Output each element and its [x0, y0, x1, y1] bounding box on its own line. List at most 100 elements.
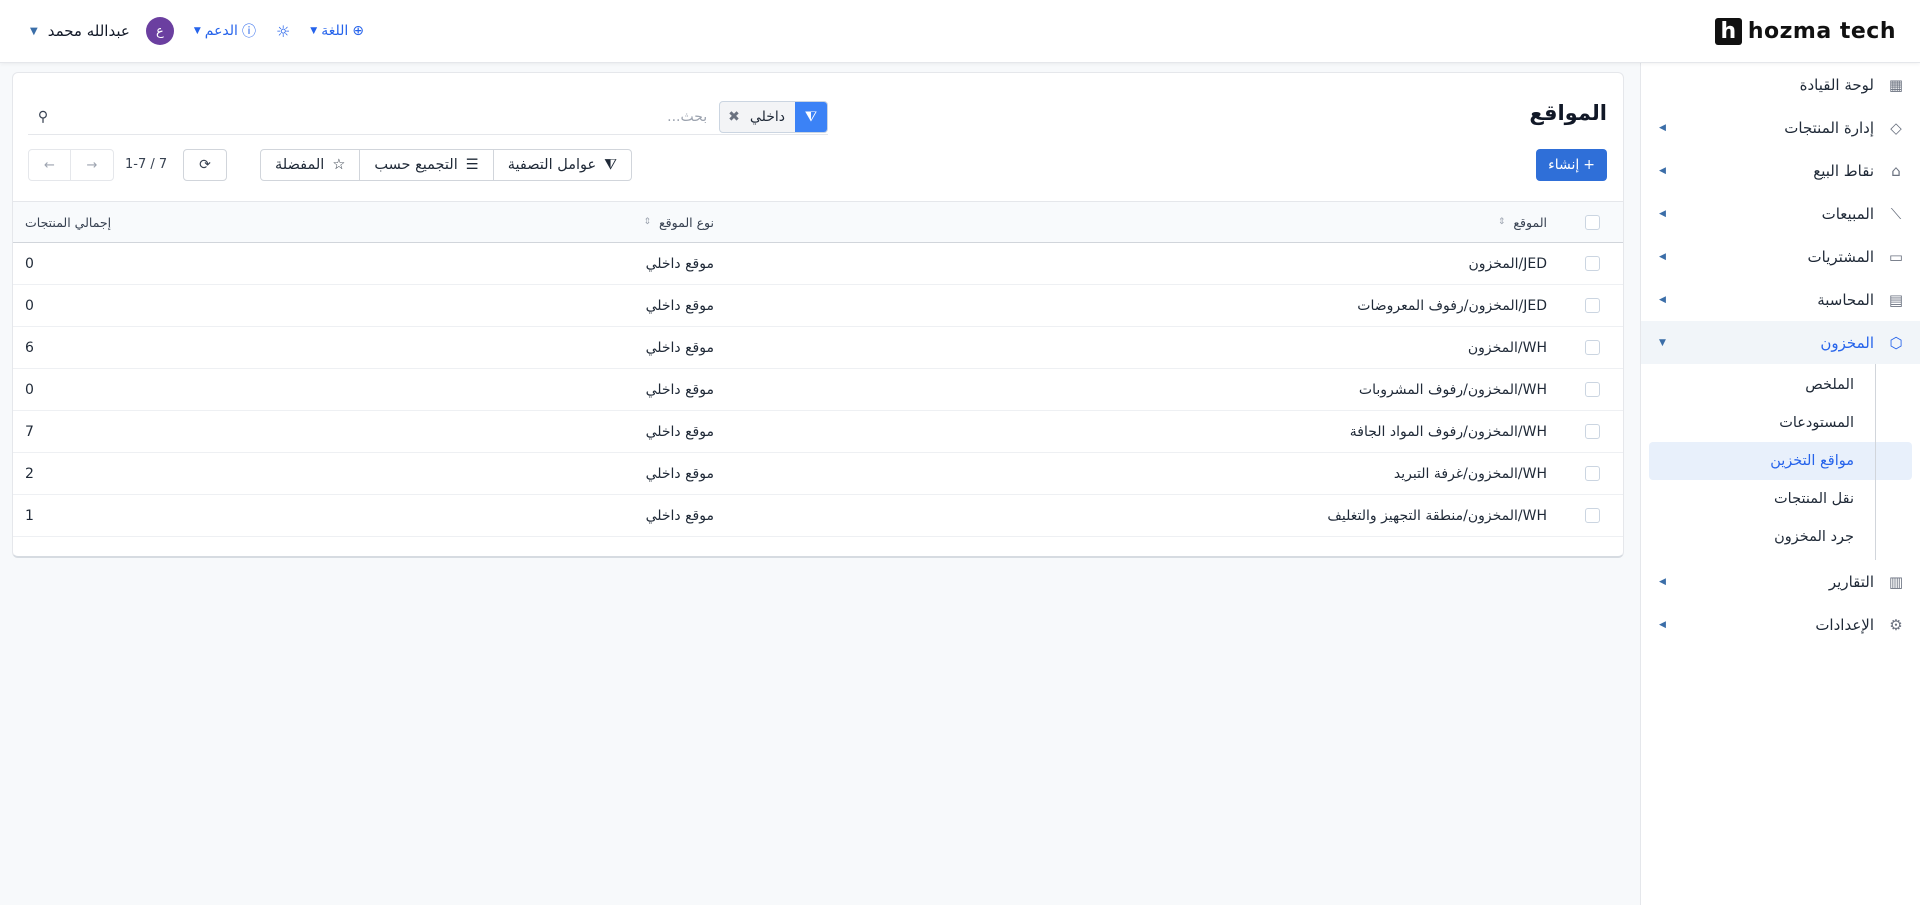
sidebar-item-purchases[interactable]: ▭ المشتريات ◀ [1641, 235, 1920, 278]
cell-location: WH/المخزون/رفوف المواد الجافة [1349, 423, 1547, 440]
chevron-down-icon: ▼ [310, 26, 318, 36]
table-row[interactable]: JED/المخزون/رفوف المعروضات موقع داخلي 0 [13, 285, 1623, 327]
cell-total: 0 [25, 297, 34, 314]
cell-location: WH/المخزون/منطقة التجهيز والتغليف [1327, 507, 1547, 524]
sidebar-item-label: نقاط البيع [1813, 161, 1874, 180]
table-row[interactable]: WH/المخزون/رفوف المشروبات موقع داخلي 0 [13, 369, 1623, 411]
topbar-actions: ▼ عبدالله محمد ع ▼ الدعم ⓘ ☼ ▼ اللغة ⊕ [30, 17, 364, 45]
table-row[interactable]: WH/المخزون/رفوف المواد الجافة موقع داخلي… [13, 411, 1623, 453]
col-total-header[interactable]: إجمالي المنتجات [13, 215, 120, 230]
cell-type: موقع داخلي [645, 339, 714, 356]
sidebar-item-label: لوحة القيادة [1799, 75, 1874, 94]
sidebar-item-inventory[interactable]: ⬡ المخزون ▼ [1641, 321, 1920, 364]
report-icon: ▥ [1888, 572, 1904, 591]
cell-total: 6 [25, 339, 34, 356]
theme-toggle-sun-icon[interactable]: ☼ [276, 22, 290, 41]
filters-button[interactable]: ⧩ عوامل التصفية [492, 150, 631, 180]
caret-icon: ◀ [1659, 251, 1666, 262]
page-title: المواقع [1529, 101, 1607, 125]
support-menu[interactable]: ▼ الدعم ⓘ [194, 21, 256, 41]
logo-mark: h [1714, 17, 1742, 45]
inventory-subnav: الملخص المستودعات مواقع التخزين نقل المن… [1641, 364, 1920, 560]
caret-icon: ◀ [1659, 619, 1666, 630]
col-location-header[interactable]: الموقع ⇕ [714, 215, 1561, 230]
cell-location: JED/المخزون/رفوف المعروضات [1357, 297, 1547, 314]
subnav-warehouses[interactable]: المستودعات [1649, 404, 1912, 442]
row-checkbox[interactable] [1585, 340, 1600, 355]
row-checkbox[interactable] [1585, 424, 1600, 439]
table-row[interactable]: WH/المخزون موقع داخلي 6 [13, 327, 1623, 369]
cell-total: 1 [25, 507, 34, 524]
subnav-summary[interactable]: الملخص [1649, 366, 1912, 404]
star-icon: ☆ [332, 157, 346, 173]
sidebar-item-dashboard[interactable]: ▦ لوحة القيادة [1641, 63, 1920, 106]
next-page-button[interactable]: → [71, 150, 113, 180]
support-label: الدعم [204, 23, 238, 39]
search-input[interactable] [58, 108, 720, 125]
filters-label: عوامل التصفية [507, 157, 597, 173]
sidebar-item-label: المبيعات [1821, 204, 1874, 223]
language-menu[interactable]: ▼ اللغة ⊕ [310, 23, 364, 39]
sidebar-item-sales[interactable]: ⟋ المبيعات ◀ [1641, 192, 1920, 235]
favorites-button[interactable]: ☆ المفضلة [261, 150, 359, 180]
arrow-right-icon: → [86, 157, 98, 173]
sidebar-item-pos[interactable]: ⌂ نقاط البيع ◀ [1641, 149, 1920, 192]
search-options: ⧩ عوامل التصفية ☰ التجميع حسب ☆ المفضلة [260, 149, 633, 181]
sidebar-item-label: المحاسبة [1817, 290, 1874, 309]
pager: ← → [28, 149, 114, 181]
subnav-inventory-count[interactable]: جرد المخزون [1649, 518, 1912, 556]
caret-down-icon: ▼ [1659, 337, 1666, 348]
row-checkbox[interactable] [1585, 298, 1600, 313]
gear-icon: ⚙ [1889, 615, 1903, 634]
select-all-checkbox[interactable] [1585, 214, 1600, 230]
table-row[interactable]: WH/المخزون/منطقة التجهيز والتغليف موقع د… [13, 495, 1623, 537]
chevron-down-icon: ▼ [193, 26, 201, 36]
col-type-header[interactable]: نوع الموقع ⇕ [120, 215, 714, 230]
subnav-transfers[interactable]: نقل المنتجات [1649, 480, 1912, 518]
cell-type: موقع داخلي [645, 381, 714, 398]
row-checkbox[interactable] [1585, 508, 1600, 523]
user-name: عبدالله محمد [47, 22, 130, 40]
row-checkbox[interactable] [1585, 256, 1600, 271]
logo[interactable]: h hozma tech [1714, 17, 1896, 45]
logo-text: hozma tech [1747, 18, 1896, 44]
header-label: إجمالي المنتجات [25, 214, 112, 230]
user-menu[interactable]: ▼ عبدالله محمد ع [30, 17, 174, 45]
cell-total: 2 [25, 465, 34, 482]
sidebar-item-products[interactable]: ◇ إدارة المنتجات ◀ [1641, 106, 1920, 149]
locations-table: الموقع ⇕ نوع الموقع ⇕ إجمالي المنتجات JE… [13, 201, 1623, 537]
row-checkbox[interactable] [1585, 466, 1600, 481]
sidebar-item-settings[interactable]: ⚙ الإعدادات ◀ [1641, 603, 1920, 646]
refresh-button[interactable]: ⟳ [183, 149, 227, 181]
filter-chip[interactable]: ⧩ داخلي ✖ [719, 100, 828, 133]
arrow-left-icon: ← [44, 157, 55, 173]
cell-location: WH/المخزون/غرفة التبريد [1393, 465, 1547, 482]
table-header: الموقع ⇕ نوع الموقع ⇕ إجمالي المنتجات [13, 201, 1623, 243]
favorites-label: المفضلة [275, 157, 325, 173]
subnav-storage-locations[interactable]: مواقع التخزين [1649, 442, 1912, 480]
sidebar-item-reports[interactable]: ▥ التقارير ◀ [1641, 560, 1920, 603]
box-icon: ⬡ [1889, 333, 1903, 352]
group-by-button[interactable]: ☰ التجميع حسب [359, 150, 492, 180]
plus-icon: + [1583, 157, 1595, 173]
pager-range: 1-7 / 7 [125, 157, 168, 172]
calculator-icon: ▤ [1888, 290, 1904, 309]
caret-icon: ◀ [1659, 122, 1666, 133]
create-button[interactable]: + إنشاء [1536, 149, 1607, 181]
sidebar-item-accounting[interactable]: ▤ المحاسبة ◀ [1641, 278, 1920, 321]
wallet-icon: ▭ [1888, 247, 1904, 266]
table-row[interactable]: WH/المخزون/غرفة التبريد موقع داخلي 2 [13, 453, 1623, 495]
table-row[interactable]: JED/المخزون موقع داخلي 0 [13, 243, 1623, 285]
close-icon[interactable]: ✖ [720, 109, 740, 125]
search-bar: ⧩ داخلي ✖ ⚲ [28, 99, 828, 135]
prev-page-button[interactable]: ← [29, 150, 71, 180]
search-icon[interactable]: ⚲ [28, 109, 58, 125]
cell-total: 0 [25, 381, 34, 398]
create-label: إنشاء [1548, 157, 1580, 173]
row-checkbox[interactable] [1585, 382, 1600, 397]
caret-icon: ◀ [1659, 208, 1666, 219]
group-by-label: التجميع حسب [374, 157, 458, 173]
header-label: نوع الموقع [659, 214, 714, 230]
caret-icon: ◀ [1659, 165, 1666, 176]
refresh-icon: ⟳ [199, 157, 211, 173]
